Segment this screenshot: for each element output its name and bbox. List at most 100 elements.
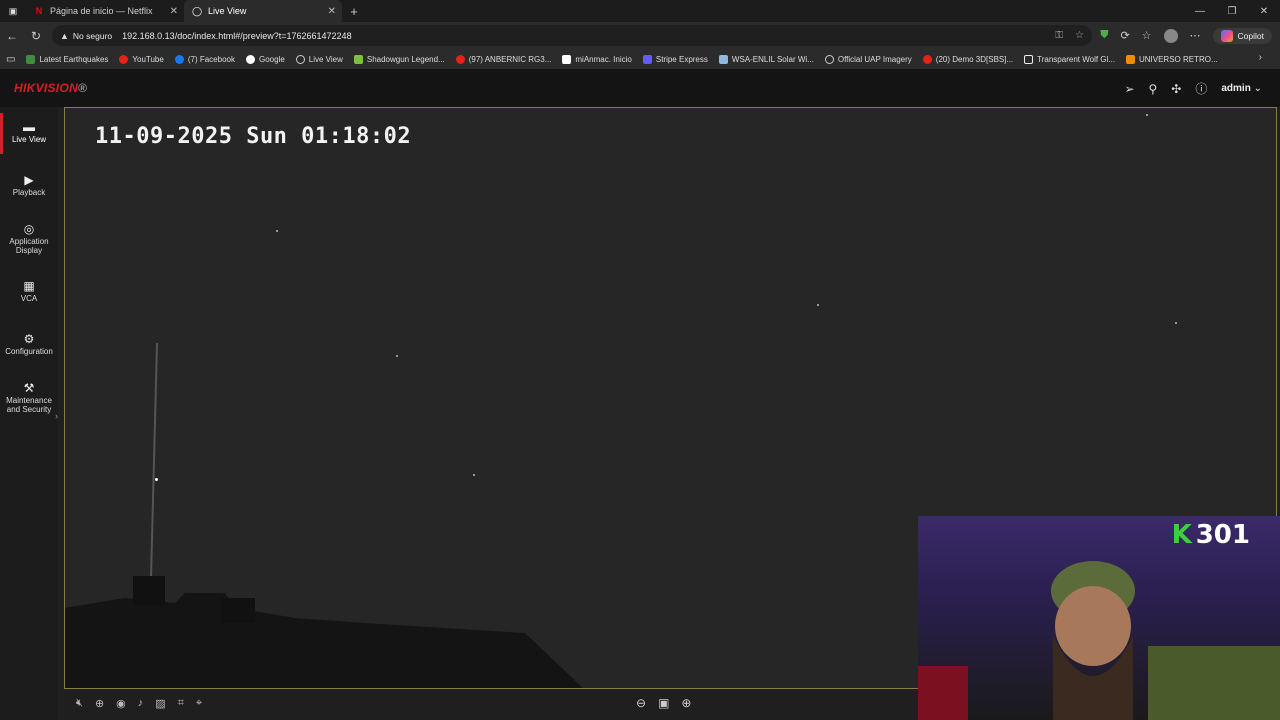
globe-icon: [824, 54, 834, 64]
bookmark-label: miAnmac. Inicio: [575, 54, 632, 64]
sub-counter: K 301: [1172, 520, 1250, 550]
favorites-icon[interactable]: ☆: [1142, 29, 1152, 42]
bookmark-label: Latest Earthquakes: [39, 54, 109, 64]
chevron-down-icon: ⌄: [1253, 83, 1262, 94]
copilot-button[interactable]: Copilot: [1212, 27, 1272, 44]
tab-live-view[interactable]: ◯ Live View ✕: [184, 0, 342, 22]
microphone-icon[interactable]: ♪: [138, 697, 144, 710]
tab-netflix[interactable]: N Página de inicio — Netflix ✕: [26, 0, 184, 22]
reload-button[interactable]: ↻: [24, 29, 48, 43]
user-menu[interactable]: admin ⌄: [1221, 83, 1262, 94]
image-icon[interactable]: ▨: [155, 697, 165, 710]
window-menu-icon[interactable]: ▣: [0, 0, 26, 22]
sidebar-item-application-display[interactable]: ◎ Application Display: [0, 213, 58, 266]
bookmark-label: Google: [258, 54, 285, 64]
refresh-extension-icon[interactable]: ⟳: [1120, 29, 1129, 42]
layout-icon[interactable]: ▣: [658, 696, 669, 710]
sidebar-item-vca[interactable]: ▦ VCA: [0, 266, 58, 319]
sidebar-item-maintenance[interactable]: ⚒ Maintenance and Security: [0, 372, 58, 425]
earthquake-icon: [26, 54, 36, 64]
bookmark-item[interactable]: Google: [245, 54, 285, 64]
chevron-right-icon[interactable]: ›: [1259, 52, 1262, 63]
shield-extension-icon[interactable]: ⛊: [1100, 29, 1108, 42]
sidebar-item-label: Application Display: [9, 236, 49, 255]
star-icon[interactable]: ☆: [1075, 30, 1084, 41]
document-icon: [1024, 54, 1034, 64]
bookmark-item[interactable]: (97) ANBERNIC RG3...: [455, 54, 552, 64]
sidebar-item-label: VCA: [20, 294, 38, 303]
r-icon: [562, 54, 572, 64]
netflix-icon: N: [35, 6, 43, 16]
focus-icon[interactable]: ⌗: [178, 697, 184, 710]
bookmark-label: Transparent Wolf Gl...: [1037, 54, 1115, 64]
close-tab-icon[interactable]: ✕: [328, 6, 336, 17]
bookmark-label: (20) Demo 3D[SBS]...: [935, 54, 1014, 64]
bookmark-item[interactable]: Transparent Wolf Gl...: [1024, 54, 1115, 64]
application-display-icon: ◎: [23, 221, 35, 236]
tab-label: Live View: [208, 6, 247, 16]
bookmark-item[interactable]: WSA-ENLIL Solar Wi...: [718, 54, 814, 64]
search-icon[interactable]: ⚲: [1149, 82, 1158, 96]
more-icon[interactable]: ⋯: [1190, 29, 1201, 42]
maintenance-icon: ⚒: [23, 380, 35, 395]
youtube-icon: [455, 54, 465, 64]
security-label[interactable]: No seguro: [73, 31, 112, 41]
info-icon[interactable]: ⓘ: [1195, 80, 1207, 97]
bookmark-item[interactable]: (7) Facebook: [174, 54, 235, 64]
mute-icon[interactable]: 🔇︎: [76, 697, 83, 710]
hikvision-logo: HIKVISION®: [14, 81, 87, 95]
configuration-icon: ⚙: [23, 332, 35, 346]
bookmark-item[interactable]: Official UAP Imagery: [824, 54, 912, 64]
sidebar-item-playback[interactable]: ▶ Playback: [0, 160, 58, 213]
bookmark-label: (97) ANBERNIC RG3...: [468, 54, 552, 64]
restore-icon[interactable]: ❐: [1216, 6, 1248, 17]
sidebar-item-label: Live View: [11, 135, 47, 144]
window-controls: — ❐ ✕: [1184, 0, 1280, 22]
close-tab-icon[interactable]: ✕: [170, 6, 178, 17]
counter-prefix: K: [1171, 520, 1192, 550]
warning-icon[interactable]: ▲: [60, 31, 69, 41]
bookmark-item[interactable]: Live View: [295, 54, 343, 64]
key-icon[interactable]: ⚿: [1055, 30, 1063, 41]
bookmarks-panel-icon[interactable]: ▭: [6, 54, 15, 65]
bookmark-label: Stripe Express: [655, 54, 708, 64]
profile-avatar[interactable]: [1163, 28, 1178, 43]
bookmark-item[interactable]: UNIVERSO RETRO...: [1125, 54, 1218, 64]
puzzle-icon[interactable]: ✣: [1171, 82, 1181, 96]
target-icon[interactable]: ⌖: [196, 697, 202, 710]
bookmark-label: UNIVERSO RETRO...: [1138, 54, 1218, 64]
zoom-icon[interactable]: ⊕: [95, 697, 104, 710]
bookmark-item[interactable]: Latest Earthquakes: [26, 54, 109, 64]
bookmark-item[interactable]: miAnmac. Inicio: [562, 54, 632, 64]
globe-icon: ◯: [191, 5, 203, 16]
close-window-icon[interactable]: ✕: [1248, 6, 1280, 17]
bookmark-item[interactable]: Shadowgun Legend...: [353, 54, 445, 64]
noaa-icon: [718, 54, 728, 64]
send-icon[interactable]: ➢: [1124, 82, 1134, 96]
sidebar-item-live-view[interactable]: ▬ Live View: [0, 107, 58, 160]
tab-label: Página de inicio — Netflix: [50, 6, 153, 16]
bookmark-label: Official UAP Imagery: [837, 54, 912, 64]
new-tab-button[interactable]: +: [342, 4, 366, 19]
minimize-icon[interactable]: —: [1184, 6, 1216, 17]
bookmark-label: Shadowgun Legend...: [366, 54, 445, 64]
address-bar-row: ← ↻ ▲ No seguro 192.168.0.13/doc/index.h…: [0, 22, 1280, 49]
sidebar-item-label: Maintenance and Security: [6, 395, 52, 414]
next-icon[interactable]: ⊕: [681, 696, 691, 710]
logo-text: HIKVISION: [14, 81, 79, 95]
sidebar: ▬ Live View ▶ Playback ◎ Application Dis…: [0, 107, 58, 720]
camera-icon[interactable]: ◉: [116, 697, 126, 710]
browser-tab-bar: ▣ N Página de inicio — Netflix ✕ ◯ Live …: [0, 0, 1280, 22]
blogger-icon: [1125, 54, 1135, 64]
sidebar-item-configuration[interactable]: ⚙ Configuration: [0, 319, 58, 372]
previous-icon[interactable]: ⊖: [636, 696, 646, 710]
collapse-sidebar-icon[interactable]: ›: [55, 411, 63, 425]
url-text[interactable]: 192.168.0.13/doc/index.html#/preview?t=1…: [122, 31, 351, 41]
bookmark-item[interactable]: (20) Demo 3D[SBS]...: [922, 54, 1014, 64]
bookmark-label: (7) Facebook: [187, 54, 235, 64]
bookmark-item[interactable]: Stripe Express: [642, 54, 708, 64]
live-view-icon: ▬: [23, 120, 35, 134]
bookmark-item[interactable]: YouTube: [119, 54, 164, 64]
url-input[interactable]: ▲ No seguro 192.168.0.13/doc/index.html#…: [52, 25, 1092, 46]
back-button[interactable]: ←: [0, 29, 24, 43]
